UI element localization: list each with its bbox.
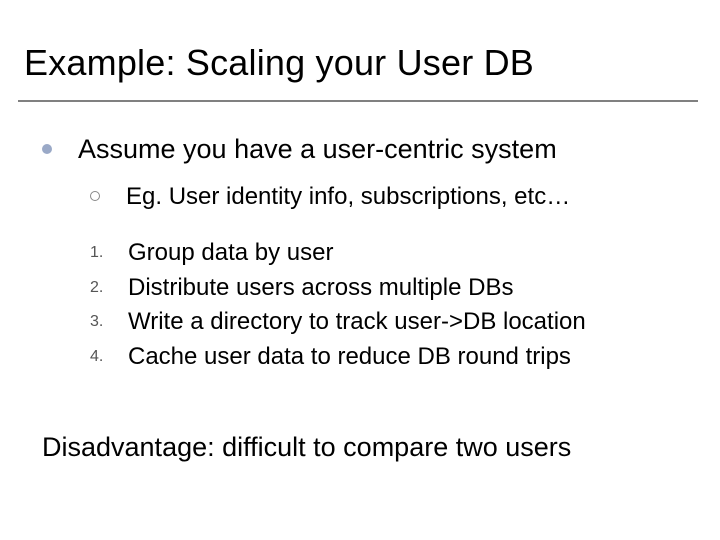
disc-bullet-icon — [42, 144, 52, 154]
bullet-level1: Assume you have a user-centric system — [42, 132, 682, 167]
item-text: Cache user data to reduce DB round trips — [128, 341, 571, 373]
item-number: 2. — [90, 279, 116, 297]
title-underline — [18, 100, 698, 102]
item-number: 1. — [90, 244, 116, 262]
bullet-level2-text: Eg. User identity info, subscriptions, e… — [126, 181, 570, 213]
numbered-item: 4. Cache user data to reduce DB round tr… — [90, 341, 682, 373]
slide-title: Example: Scaling your User DB — [24, 42, 534, 84]
closing-text: Disadvantage: difficult to compare two u… — [42, 432, 571, 463]
item-number: 4. — [90, 348, 116, 366]
bullet-level1-text: Assume you have a user-centric system — [78, 132, 557, 167]
item-number: 3. — [90, 313, 116, 331]
numbered-item: 3. Write a directory to track user->DB l… — [90, 306, 682, 338]
circle-bullet-icon — [90, 191, 100, 201]
item-text: Group data by user — [128, 237, 333, 269]
numbered-item: 1. Group data by user — [90, 237, 682, 269]
bullet-level2: Eg. User identity info, subscriptions, e… — [90, 181, 682, 213]
slide: Example: Scaling your User DB Assume you… — [0, 0, 720, 540]
numbered-item: 2. Distribute users across multiple DBs — [90, 272, 682, 304]
item-text: Distribute users across multiple DBs — [128, 272, 513, 304]
item-text: Write a directory to track user->DB loca… — [128, 306, 586, 338]
slide-body: Assume you have a user-centric system Eg… — [42, 132, 682, 375]
